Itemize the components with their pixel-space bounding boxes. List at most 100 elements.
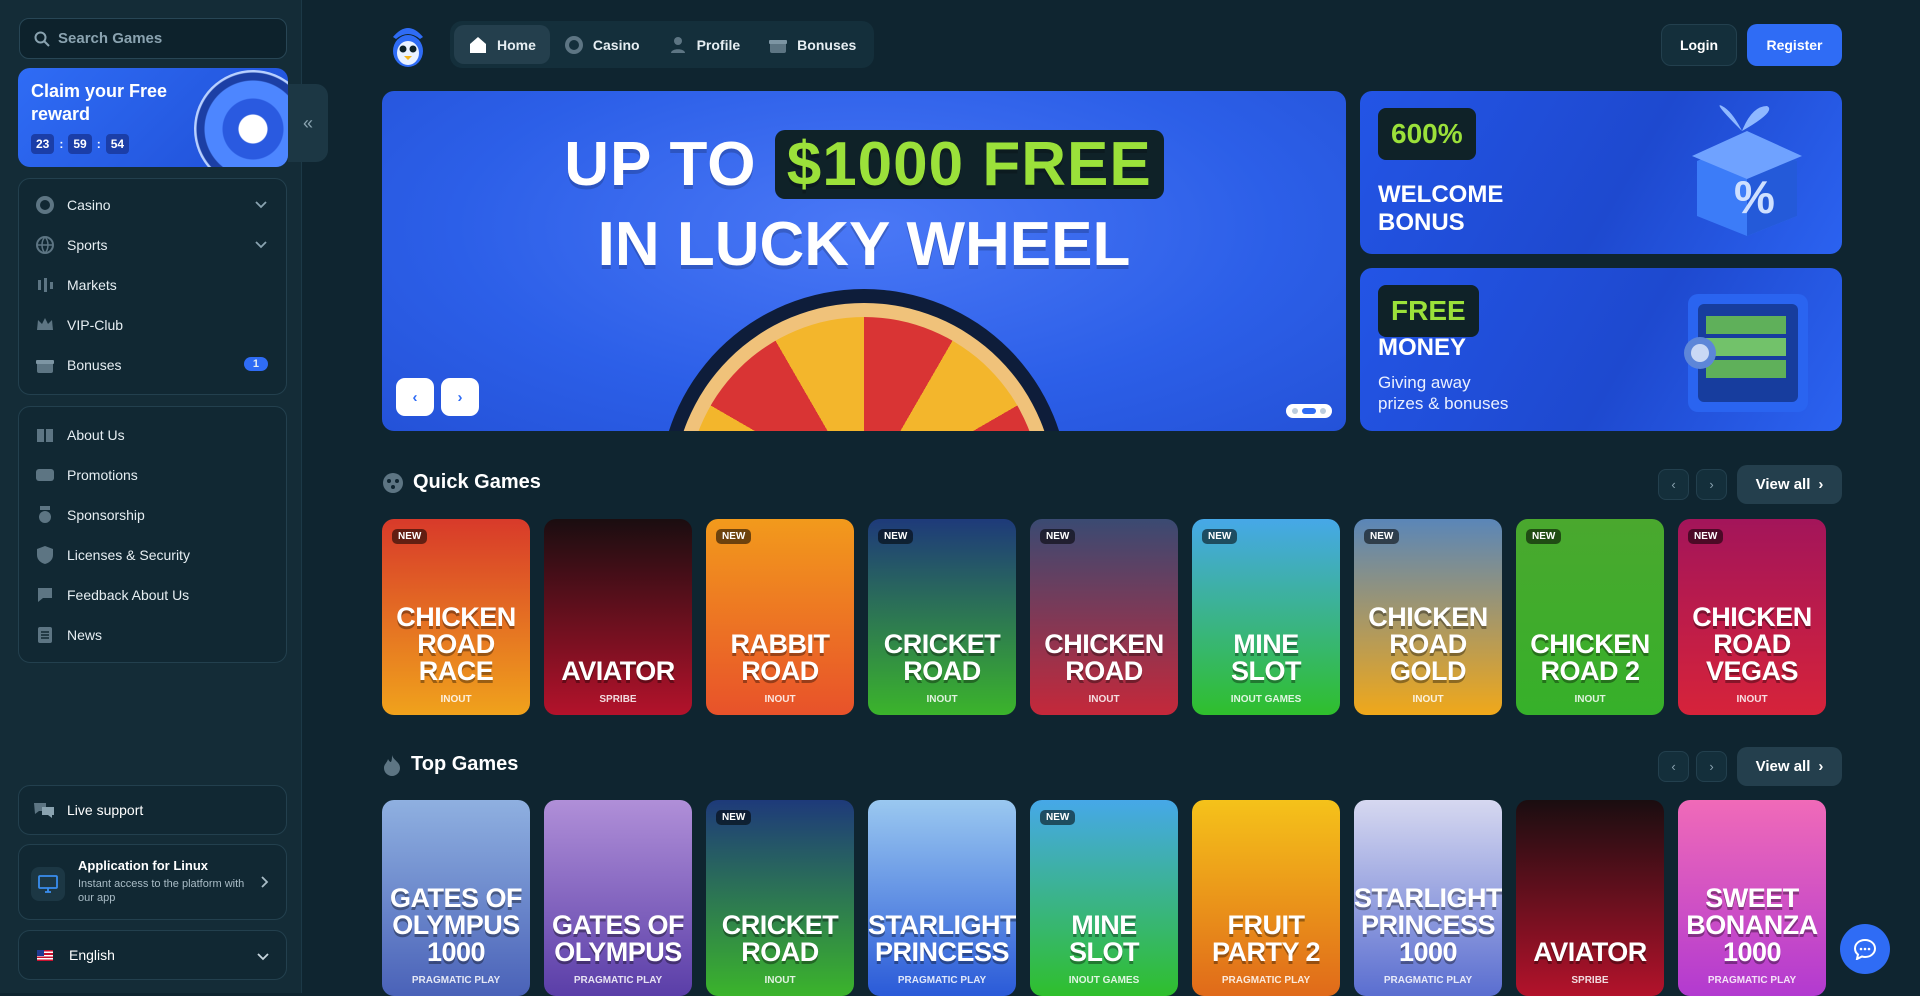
promo-title: WELCOME [1378,181,1504,208]
gift-icon [35,355,55,375]
game-card[interactable]: NEW CHICKEN ROAD 2 INOUT [1516,519,1664,715]
sidebar-item-vip-club[interactable]: VIP-Club [19,305,286,345]
sidebar-item-casino[interactable]: Casino [19,185,286,225]
game-provider: INOUT [926,694,958,705]
tab-casino[interactable]: Casino [550,25,654,64]
sidebar-item-markets[interactable]: Markets [19,265,286,305]
sidebar-item-bonuses[interactable]: Bonuses 1 [19,345,286,385]
game-provider: INOUT [1736,694,1768,705]
free-reward-banner[interactable]: Claim your Free reward 23 : 59 : 54 [18,68,288,167]
language-select[interactable]: English [18,930,287,980]
top-games-prev-button[interactable]: ‹ [1658,751,1689,782]
sidebar-item-label: News [67,627,103,643]
game-card[interactable]: AVIATOR SPRIBE [544,519,692,715]
user-icon [668,35,688,55]
game-title: CHICKEN ROAD GOLD [1354,604,1502,685]
hero-next-button[interactable]: › [441,378,479,416]
game-provider: INOUT [764,975,796,986]
top-bar: Home Casino Profile Bonuses Login Regist… [382,18,1842,68]
game-title: MINE SLOT [1192,631,1340,685]
search-input[interactable]: Search Games [19,18,287,59]
lucky-wheel-image [659,289,1069,431]
quick-games-row: NEW CHICKEN ROAD RACE INOUT AVIATOR SPRIBE NEW… [382,519,1842,715]
game-title: CHICKEN ROAD RACE [382,604,530,685]
game-title-line: CHICKEN [1692,602,1812,632]
sidebar-item-promotions[interactable]: Promotions [19,455,286,495]
game-card[interactable]: AVIATOR SPRIBE [1516,800,1664,996]
linux-app-banner[interactable]: Application for Linux Instant access to … [18,844,287,920]
game-provider: INOUT GAMES [1068,975,1140,986]
section-title: Quick Games [413,471,541,493]
penguin-logo-icon[interactable] [387,23,429,69]
live-support-button[interactable]: Live support [18,785,287,835]
game-card[interactable]: GATES OF OLYMPUS 1000 PRAGMATIC PLAY [382,800,530,996]
register-button[interactable]: Register [1747,24,1842,66]
chevron-left-icon: ‹ [1671,759,1676,774]
hero-banner[interactable]: UP TO $1000 FREE IN LUCKY WHEEL ‹ › [382,91,1346,431]
new-badge: NEW [878,529,914,544]
game-card[interactable]: FRUIT PARTY 2 PRAGMATIC PLAY [1192,800,1340,996]
game-card[interactable]: NEW CHICKEN ROAD INOUT [1030,519,1178,715]
game-card[interactable]: NEW CRICKET ROAD INOUT [868,519,1016,715]
live-support-label: Live support [67,802,144,818]
game-title-line: ROAD 2 [1540,656,1640,686]
game-title-line: SLOT [1069,937,1140,967]
tab-bonuses[interactable]: Bonuses [754,25,870,64]
welcome-bonus-card[interactable]: 600% WELCOME BONUS % [1360,91,1842,254]
sidebar-item-sponsorship[interactable]: Sponsorship [19,495,286,535]
game-card[interactable]: NEW CRICKET ROAD INOUT [706,800,854,996]
game-provider: INOUT GAMES [1230,694,1302,705]
medal-icon [35,505,55,525]
tab-label: Casino [592,36,640,53]
top-games-next-button[interactable]: › [1696,751,1727,782]
game-card[interactable]: SWEET BONANZA 1000 PRAGMATIC PLAY [1678,800,1826,996]
game-title-line: STARLIGHT [868,910,1016,940]
hero-prev-button[interactable]: ‹ [396,378,434,416]
login-button[interactable]: Login [1661,24,1737,66]
sidebar-item-licenses[interactable]: Licenses & Security [19,535,286,575]
collapse-sidebar-button[interactable]: « [288,84,328,162]
timer-separator: : [59,137,64,151]
sidebar-item-sports[interactable]: Sports [19,225,286,265]
game-card[interactable]: STARLIGHT PRINCESS 1000 PRAGMATIC PLAY [1354,800,1502,996]
game-provider: INOUT [1412,694,1444,705]
reward-timer: 23 : 59 : 54 [31,134,130,154]
timer-seconds: 54 [105,134,130,154]
chat-button[interactable] [1840,924,1890,974]
chip-icon [564,35,584,55]
quick-games-view-all-button[interactable]: View all › [1737,465,1842,504]
game-title-line: CHICKEN [1368,602,1488,632]
game-card[interactable]: NEW RABBIT ROAD INOUT [706,519,854,715]
carousel-dots[interactable] [1286,404,1332,418]
top-games-view-all-button[interactable]: View all › [1737,747,1842,786]
game-card[interactable]: NEW MINE SLOT INOUT GAMES [1030,800,1178,996]
home-icon [468,35,488,55]
game-card[interactable]: GATES OF OLYMPUS PRAGMATIC PLAY [544,800,692,996]
quick-games-next-button[interactable]: › [1696,469,1727,500]
promo-pill: 600% [1378,108,1476,160]
sidebar-item-feedback[interactable]: Feedback About Us [19,575,286,615]
gift-box-icon: % [1692,105,1802,236]
game-provider: PRAGMATIC PLAY [573,975,663,986]
game-card[interactable]: NEW MINE SLOT INOUT GAMES [1192,519,1340,715]
hero-headline: UP TO $1000 FREE [382,129,1346,200]
tab-profile[interactable]: Profile [654,25,755,64]
quick-games-prev-button[interactable]: ‹ [1658,469,1689,500]
game-card[interactable]: NEW CHICKEN ROAD GOLD INOUT [1354,519,1502,715]
us-flag-icon [37,949,53,961]
game-card[interactable]: STARLIGHT PRINCESS PRAGMATIC PLAY [868,800,1016,996]
free-money-card[interactable]: FREE MONEY Giving away prizes & bonuses [1360,268,1842,431]
sidebar-item-news[interactable]: News [19,615,286,655]
game-title-line: CRICKET [883,629,1001,659]
chevron-down-icon [255,201,267,209]
new-badge: NEW [1040,529,1076,544]
timer-hours: 23 [31,134,55,154]
game-card[interactable]: NEW CHICKEN ROAD VEGAS INOUT [1678,519,1826,715]
game-title: FRUIT PARTY 2 [1192,912,1340,966]
tab-home[interactable]: Home [454,25,550,64]
game-card[interactable]: NEW CHICKEN ROAD RACE INOUT [382,519,530,715]
chevron-right-icon: › [1818,758,1824,775]
new-badge: NEW [1202,529,1238,544]
sidebar-item-about-us[interactable]: About Us [19,415,286,455]
app-title: Application for Linux [78,858,208,873]
